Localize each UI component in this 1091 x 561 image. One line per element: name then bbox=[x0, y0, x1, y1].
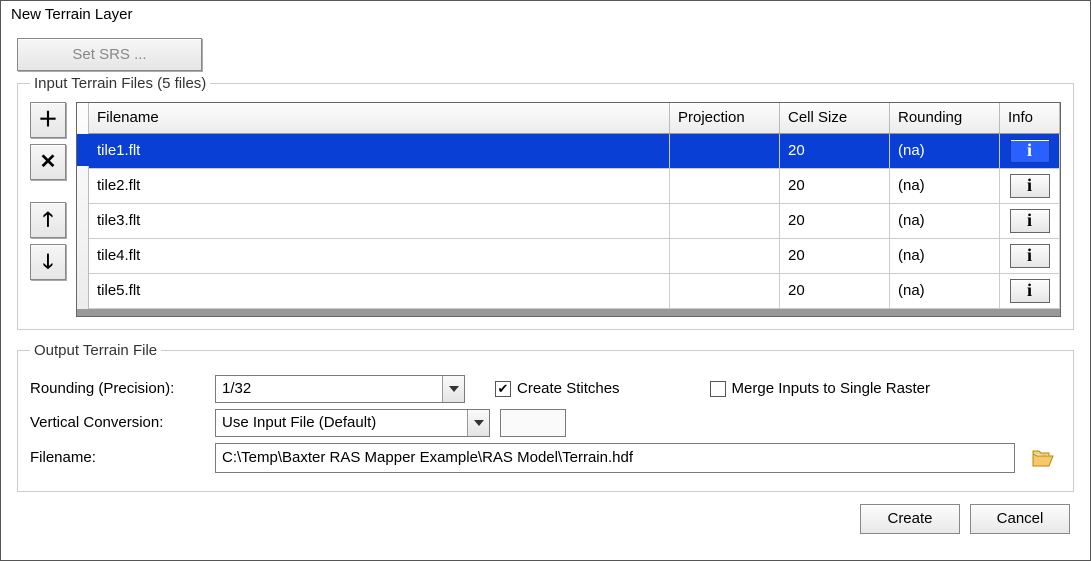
table-row[interactable]: tile1.flt 20(na) i bbox=[89, 133, 1060, 168]
folder-open-icon bbox=[1031, 448, 1055, 468]
table-row[interactable]: tile4.flt 20(na) i bbox=[89, 238, 1060, 273]
info-button[interactable]: i bbox=[1010, 139, 1050, 163]
cell-rounding[interactable]: (na) bbox=[890, 203, 1000, 238]
info-button[interactable]: i bbox=[1010, 174, 1050, 198]
remove-file-button[interactable]: ✕ bbox=[30, 144, 66, 180]
row-action-buttons: ＋ ✕ 🡑 🡓 bbox=[30, 102, 66, 317]
set-srs-button[interactable]: Set SRS ... bbox=[17, 38, 202, 71]
browse-button[interactable] bbox=[1025, 443, 1061, 473]
arrow-up-icon: 🡑 bbox=[43, 210, 53, 230]
cell-projection[interactable] bbox=[670, 203, 780, 238]
filename-label: Filename: bbox=[30, 449, 205, 466]
info-button[interactable]: i bbox=[1010, 244, 1050, 268]
move-down-button[interactable]: 🡓 bbox=[30, 244, 66, 280]
cell-projection[interactable] bbox=[670, 168, 780, 203]
create-stitches-checkbox[interactable]: ✔ Create Stitches bbox=[495, 380, 620, 397]
create-stitches-label: Create Stitches bbox=[517, 380, 620, 397]
files-table[interactable]: Filename Projection Cell Size Rounding I… bbox=[89, 103, 1060, 309]
cell-filename[interactable]: tile3.flt bbox=[89, 203, 670, 238]
rounding-label: Rounding (Precision): bbox=[30, 380, 205, 397]
move-up-button[interactable]: 🡑 bbox=[30, 202, 66, 238]
merge-inputs-checkbox[interactable]: Merge Inputs to Single Raster bbox=[710, 380, 930, 397]
table-row[interactable]: tile2.flt 20(na) i bbox=[89, 168, 1060, 203]
output-filename-value: C:\Temp\Baxter RAS Mapper Example\RAS Mo… bbox=[222, 449, 633, 466]
cell-cellsize[interactable]: 20 bbox=[780, 168, 890, 203]
chevron-down-icon bbox=[467, 410, 489, 436]
col-projection[interactable]: Projection bbox=[670, 103, 780, 133]
files-table-container: Filename Projection Cell Size Rounding I… bbox=[76, 102, 1061, 317]
input-terrain-legend: Input Terrain Files (5 files) bbox=[30, 75, 210, 92]
close-icon: ✕ bbox=[40, 152, 57, 172]
table-row[interactable]: tile5.flt 20(na) i bbox=[89, 273, 1060, 308]
cell-cellsize[interactable]: 20 bbox=[780, 273, 890, 308]
cell-projection[interactable] bbox=[670, 133, 780, 168]
col-info[interactable]: Info bbox=[1000, 103, 1060, 133]
cancel-button[interactable]: Cancel bbox=[970, 504, 1070, 534]
cell-cellsize[interactable]: 20 bbox=[780, 238, 890, 273]
output-terrain-group: Output Terrain File Rounding (Precision)… bbox=[17, 342, 1074, 492]
create-button[interactable]: Create bbox=[860, 504, 960, 534]
vertical-conversion-label: Vertical Conversion: bbox=[30, 414, 205, 431]
selected-row-marker bbox=[77, 134, 89, 166]
window-title: New Terrain Layer bbox=[1, 1, 1090, 28]
add-file-button[interactable]: ＋ bbox=[30, 102, 66, 138]
vertical-conversion-extra-field[interactable] bbox=[500, 409, 566, 437]
cell-projection[interactable] bbox=[670, 273, 780, 308]
input-terrain-group: Input Terrain Files (5 files) ＋ ✕ 🡑 🡓 bbox=[17, 75, 1074, 330]
cell-info: i bbox=[1000, 273, 1060, 308]
info-button[interactable]: i bbox=[1010, 279, 1050, 303]
cell-rounding[interactable]: (na) bbox=[890, 168, 1000, 203]
table-scrollbar-stub bbox=[77, 309, 1060, 316]
cell-cellsize[interactable]: 20 bbox=[780, 203, 890, 238]
cell-info: i bbox=[1000, 203, 1060, 238]
cell-filename[interactable]: tile5.flt bbox=[89, 273, 670, 308]
table-row[interactable]: tile3.flt 20(na) i bbox=[89, 203, 1060, 238]
rounding-value: 1/32 bbox=[216, 380, 442, 397]
cell-filename[interactable]: tile4.flt bbox=[89, 238, 670, 273]
cell-rounding[interactable]: (na) bbox=[890, 133, 1000, 168]
plus-icon: ＋ bbox=[38, 110, 58, 130]
merge-inputs-label: Merge Inputs to Single Raster bbox=[732, 380, 930, 397]
table-header-row: Filename Projection Cell Size Rounding I… bbox=[89, 103, 1060, 133]
output-terrain-legend: Output Terrain File bbox=[30, 342, 161, 359]
dialog-window: New Terrain Layer Set SRS ... Input Terr… bbox=[0, 0, 1091, 561]
vertical-conversion-value: Use Input File (Default) bbox=[216, 414, 467, 431]
cell-info: i bbox=[1000, 168, 1060, 203]
checkbox-icon bbox=[710, 381, 726, 397]
vertical-conversion-dropdown[interactable]: Use Input File (Default) bbox=[215, 409, 490, 437]
content-area: Set SRS ... Input Terrain Files (5 files… bbox=[1, 38, 1090, 544]
chevron-down-icon bbox=[442, 376, 464, 402]
cell-filename[interactable]: tile2.flt bbox=[89, 168, 670, 203]
cell-filename[interactable]: tile1.flt bbox=[89, 133, 670, 168]
dialog-buttons: Create Cancel bbox=[17, 504, 1074, 534]
col-cellsize[interactable]: Cell Size bbox=[780, 103, 890, 133]
cell-info: i bbox=[1000, 238, 1060, 273]
cell-cellsize[interactable]: 20 bbox=[780, 133, 890, 168]
rounding-dropdown[interactable]: 1/32 bbox=[215, 375, 465, 403]
cell-info: i bbox=[1000, 133, 1060, 168]
cell-rounding[interactable]: (na) bbox=[890, 273, 1000, 308]
col-filename[interactable]: Filename bbox=[89, 103, 670, 133]
output-filename-field[interactable]: C:\Temp\Baxter RAS Mapper Example\RAS Mo… bbox=[215, 443, 1015, 473]
checkbox-icon: ✔ bbox=[495, 381, 511, 397]
arrow-down-icon: 🡓 bbox=[43, 252, 53, 272]
cell-projection[interactable] bbox=[670, 238, 780, 273]
col-rounding[interactable]: Rounding bbox=[890, 103, 1000, 133]
cell-rounding[interactable]: (na) bbox=[890, 238, 1000, 273]
info-button[interactable]: i bbox=[1010, 209, 1050, 233]
